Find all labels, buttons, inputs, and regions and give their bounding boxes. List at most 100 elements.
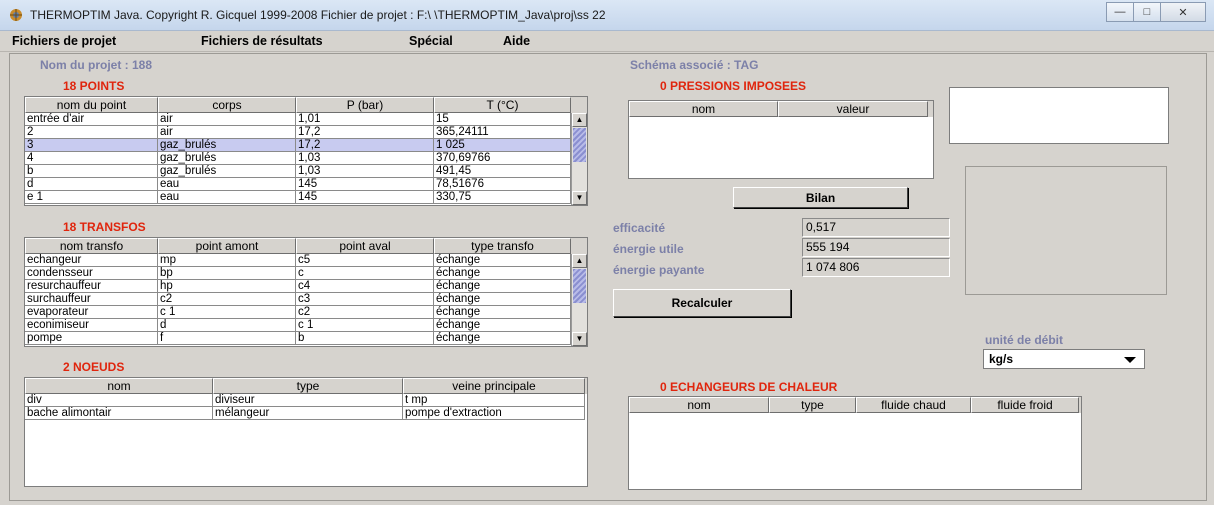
app-icon [10, 9, 22, 21]
table-cell: eau [158, 178, 296, 191]
col-point-amont[interactable]: point amont [158, 238, 296, 254]
table-cell: 330,75 [434, 191, 571, 204]
scroll-down-icon[interactable]: ▼ [572, 332, 587, 346]
minimize-button[interactable]: — [1106, 2, 1134, 22]
menu-fichiers-projet[interactable]: Fichiers de projet [12, 34, 116, 48]
col-type[interactable]: type [213, 378, 403, 394]
table-row-selected[interactable]: 3 gaz_brulés 17,2 1 025 [25, 139, 587, 152]
chevron-down-icon [1124, 357, 1136, 363]
col-fluide-chaud[interactable]: fluide chaud [856, 397, 971, 413]
col-nom-point[interactable]: nom du point [25, 97, 158, 113]
table-row[interactable]: resurchauffeur hp c4 échange [25, 280, 587, 293]
col-point-aval[interactable]: point aval [296, 238, 434, 254]
table-cell: gaz_brulés [158, 165, 296, 178]
table-row[interactable]: entrée d'air air 1,01 15 [25, 113, 587, 126]
table-row[interactable]: evaporateur c 1 c2 échange [25, 306, 587, 319]
table-row[interactable]: echangeur mp c5 échange [25, 254, 587, 267]
energie-payante-label: énergie payante [613, 263, 705, 277]
table-row[interactable]: b gaz_brulés 1,03 491,45 [25, 165, 587, 178]
menu-special[interactable]: Spécial [409, 34, 453, 48]
transfos-title: 18 TRANSFOS [63, 220, 146, 234]
bilan-button[interactable]: Bilan [733, 187, 908, 208]
col-temperature[interactable]: T (°C) [434, 97, 571, 113]
pressions-table: nom valeur [628, 100, 934, 179]
debit-select[interactable]: kg/s [983, 349, 1145, 369]
recalculer-button[interactable]: Recalculer [613, 289, 791, 317]
table-cell: 2 [25, 126, 158, 139]
table-row[interactable]: bache alimontair mélangeur pompe d'extra… [25, 407, 587, 420]
table-cell: c 1 [296, 319, 434, 332]
col-corps[interactable]: corps [158, 97, 296, 113]
transfos-header: nom transfo point amont point aval type … [25, 238, 587, 254]
transfos-scrollbar[interactable]: ▲ ▼ [571, 254, 587, 346]
col-pression[interactable]: P (bar) [296, 97, 434, 113]
table-cell: c5 [296, 254, 434, 267]
table-cell: 370,69766 [434, 152, 571, 165]
table-cell: entrée d'air [25, 113, 158, 126]
text-area[interactable] [949, 87, 1169, 144]
col-nom[interactable]: nom [25, 378, 213, 394]
scroll-up-icon[interactable]: ▲ [572, 113, 587, 127]
col-echangeur-nom[interactable]: nom [629, 397, 769, 413]
schema-label: Schéma associé : TAG [630, 58, 759, 72]
col-pression-nom[interactable]: nom [629, 101, 778, 117]
table-cell: b [25, 165, 158, 178]
table-row[interactable]: surchauffeur c2 c3 échange [25, 293, 587, 306]
table-cell: c3 [296, 293, 434, 306]
table-cell: c 1 [158, 306, 296, 319]
close-button[interactable]: ✕ [1161, 2, 1206, 22]
energie-utile-field: 555 194 [802, 238, 950, 257]
col-type-transfo[interactable]: type transfo [434, 238, 571, 254]
table-cell: t mp [403, 394, 585, 407]
table-cell: 145 [296, 178, 434, 191]
table-cell: 1,01 [296, 113, 434, 126]
points-table: nom du point corps P (bar) T (°C) entrée… [24, 96, 588, 206]
maximize-button[interactable]: □ [1134, 2, 1161, 22]
table-row[interactable]: d eau 145 78,51676 [25, 178, 587, 191]
table-cell: surchauffeur [25, 293, 158, 306]
table-row[interactable]: e 1 eau 145 330,75 [25, 191, 587, 204]
table-row[interactable]: econimiseur d c 1 échange [25, 319, 587, 332]
table-cell: 78,51676 [434, 178, 571, 191]
scroll-down-icon[interactable]: ▼ [572, 191, 587, 205]
debit-label: unité de débit [985, 333, 1063, 347]
col-nom-transfo[interactable]: nom transfo [25, 238, 158, 254]
energie-payante-field: 1 074 806 [802, 258, 950, 277]
table-cell: échange [434, 319, 571, 332]
table-cell: d [25, 178, 158, 191]
table-cell: 145 [296, 191, 434, 204]
table-cell: 17,2 [296, 139, 434, 152]
table-cell: diviseur [213, 394, 403, 407]
table-cell: échange [434, 267, 571, 280]
table-cell: c2 [296, 306, 434, 319]
scroll-thumb[interactable] [573, 269, 586, 303]
scroll-thumb[interactable] [573, 128, 586, 162]
scroll-up-icon[interactable]: ▲ [572, 254, 587, 268]
points-scrollbar[interactable]: ▲ ▼ [571, 113, 587, 205]
pressions-title: 0 PRESSIONS IMPOSEES [660, 79, 807, 93]
noeuds-table: nom type veine principale div diviseur t… [24, 377, 588, 487]
col-pression-valeur[interactable]: valeur [778, 101, 928, 117]
menu-fichiers-resultats[interactable]: Fichiers de résultats [201, 34, 323, 48]
table-cell: air [158, 113, 296, 126]
table-row[interactable]: pompe f b échange [25, 332, 587, 345]
efficacite-field: 0,517 [802, 218, 950, 237]
col-veine-principale[interactable]: veine principale [403, 378, 585, 394]
points-title: 18 POINTS [63, 79, 125, 93]
noeuds-title: 2 NOEUDS [63, 360, 125, 374]
table-row[interactable]: div diviseur t mp [25, 394, 587, 407]
table-cell: e 1 [25, 191, 158, 204]
table-row[interactable]: 2 air 17,2 365,24111 [25, 126, 587, 139]
table-row[interactable]: condensseur bp c échange [25, 267, 587, 280]
window-title: THERMOPTIM Java. Copyright R. Gicquel 19… [30, 8, 606, 22]
col-echangeur-type[interactable]: type [769, 397, 856, 413]
menu-aide[interactable]: Aide [503, 34, 530, 48]
col-fluide-froid[interactable]: fluide froid [971, 397, 1079, 413]
table-cell: bp [158, 267, 296, 280]
echangeurs-table: nom type fluide chaud fluide froid [628, 396, 1082, 490]
table-cell: evaporateur [25, 306, 158, 319]
table-cell: div [25, 394, 213, 407]
table-row[interactable]: 4 gaz_brulés 1,03 370,69766 [25, 152, 587, 165]
table-cell: pompe [25, 332, 158, 345]
echangeurs-title: 0 ECHANGEURS DE CHALEUR [660, 380, 838, 394]
